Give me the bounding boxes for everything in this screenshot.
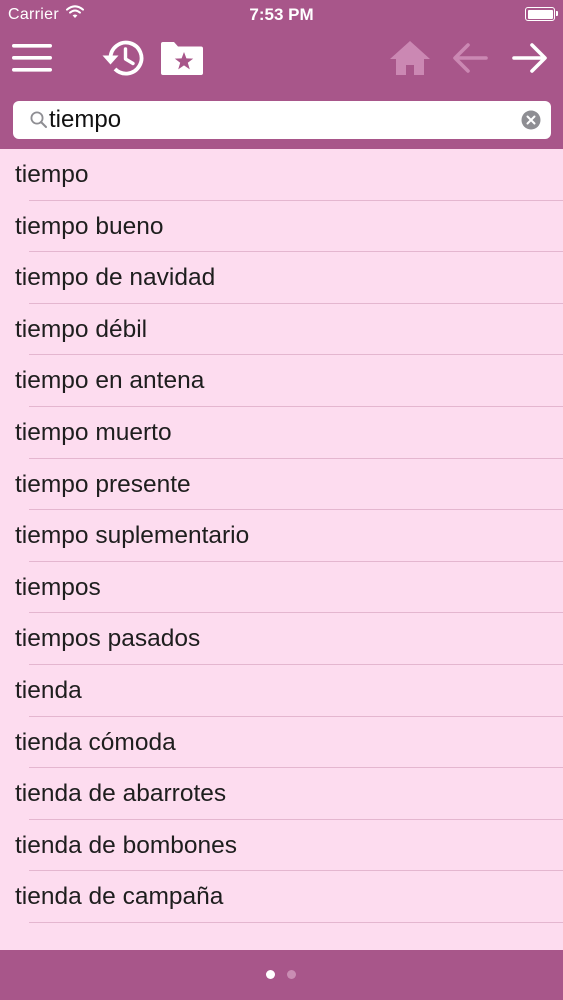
list-item[interactable]: tiempos pasados (0, 613, 563, 665)
list-item[interactable]: tiempo muerto (0, 407, 563, 459)
status-bar: Carrier 7:53 PM (0, 0, 563, 30)
list-item[interactable]: tienda (0, 665, 563, 717)
list-item[interactable]: tiempo suplementario (0, 510, 563, 562)
list-item[interactable]: tiempos (0, 562, 563, 614)
list-item[interactable]: tiempo (0, 149, 563, 201)
search-bar (13, 101, 551, 139)
top-bar: Carrier 7:53 PM (0, 0, 563, 149)
history-button[interactable] (98, 36, 146, 84)
back-button[interactable] (446, 36, 494, 84)
menu-button[interactable] (8, 36, 56, 84)
search-input[interactable] (49, 102, 519, 138)
list-item[interactable]: tienda de campaña (0, 871, 563, 923)
list-item[interactable]: tiempo de navidad (0, 252, 563, 304)
list-item[interactable]: tienda de abarrotes (0, 768, 563, 820)
forward-button[interactable] (506, 36, 554, 84)
list-item[interactable]: tiempo débil (0, 304, 563, 356)
list-item[interactable]: tiempo bueno (0, 201, 563, 253)
list-item[interactable]: tienda cómoda (0, 717, 563, 769)
list-item[interactable]: tienda de bombones (0, 820, 563, 872)
results-list: tiempo tiempo bueno tiempo de navidad ti… (0, 149, 563, 923)
home-button[interactable] (386, 36, 434, 84)
clear-icon[interactable] (521, 110, 541, 130)
favorites-button[interactable] (158, 36, 206, 84)
favorites-folder-icon (160, 40, 204, 81)
status-time: 7:53 PM (249, 5, 314, 24)
search-icon (30, 111, 47, 133)
menu-icon (12, 43, 52, 78)
battery-icon (525, 7, 558, 21)
forward-arrow-icon (512, 42, 548, 79)
back-arrow-icon (452, 42, 488, 79)
list-item[interactable]: tiempo presente (0, 459, 563, 511)
page-indicator-dot[interactable] (287, 970, 296, 979)
list-item[interactable]: tiempo en antena (0, 355, 563, 407)
bottom-bar (0, 950, 563, 1000)
home-icon (389, 40, 431, 81)
page-indicator-dot-active[interactable] (266, 970, 275, 979)
history-icon (99, 37, 145, 84)
